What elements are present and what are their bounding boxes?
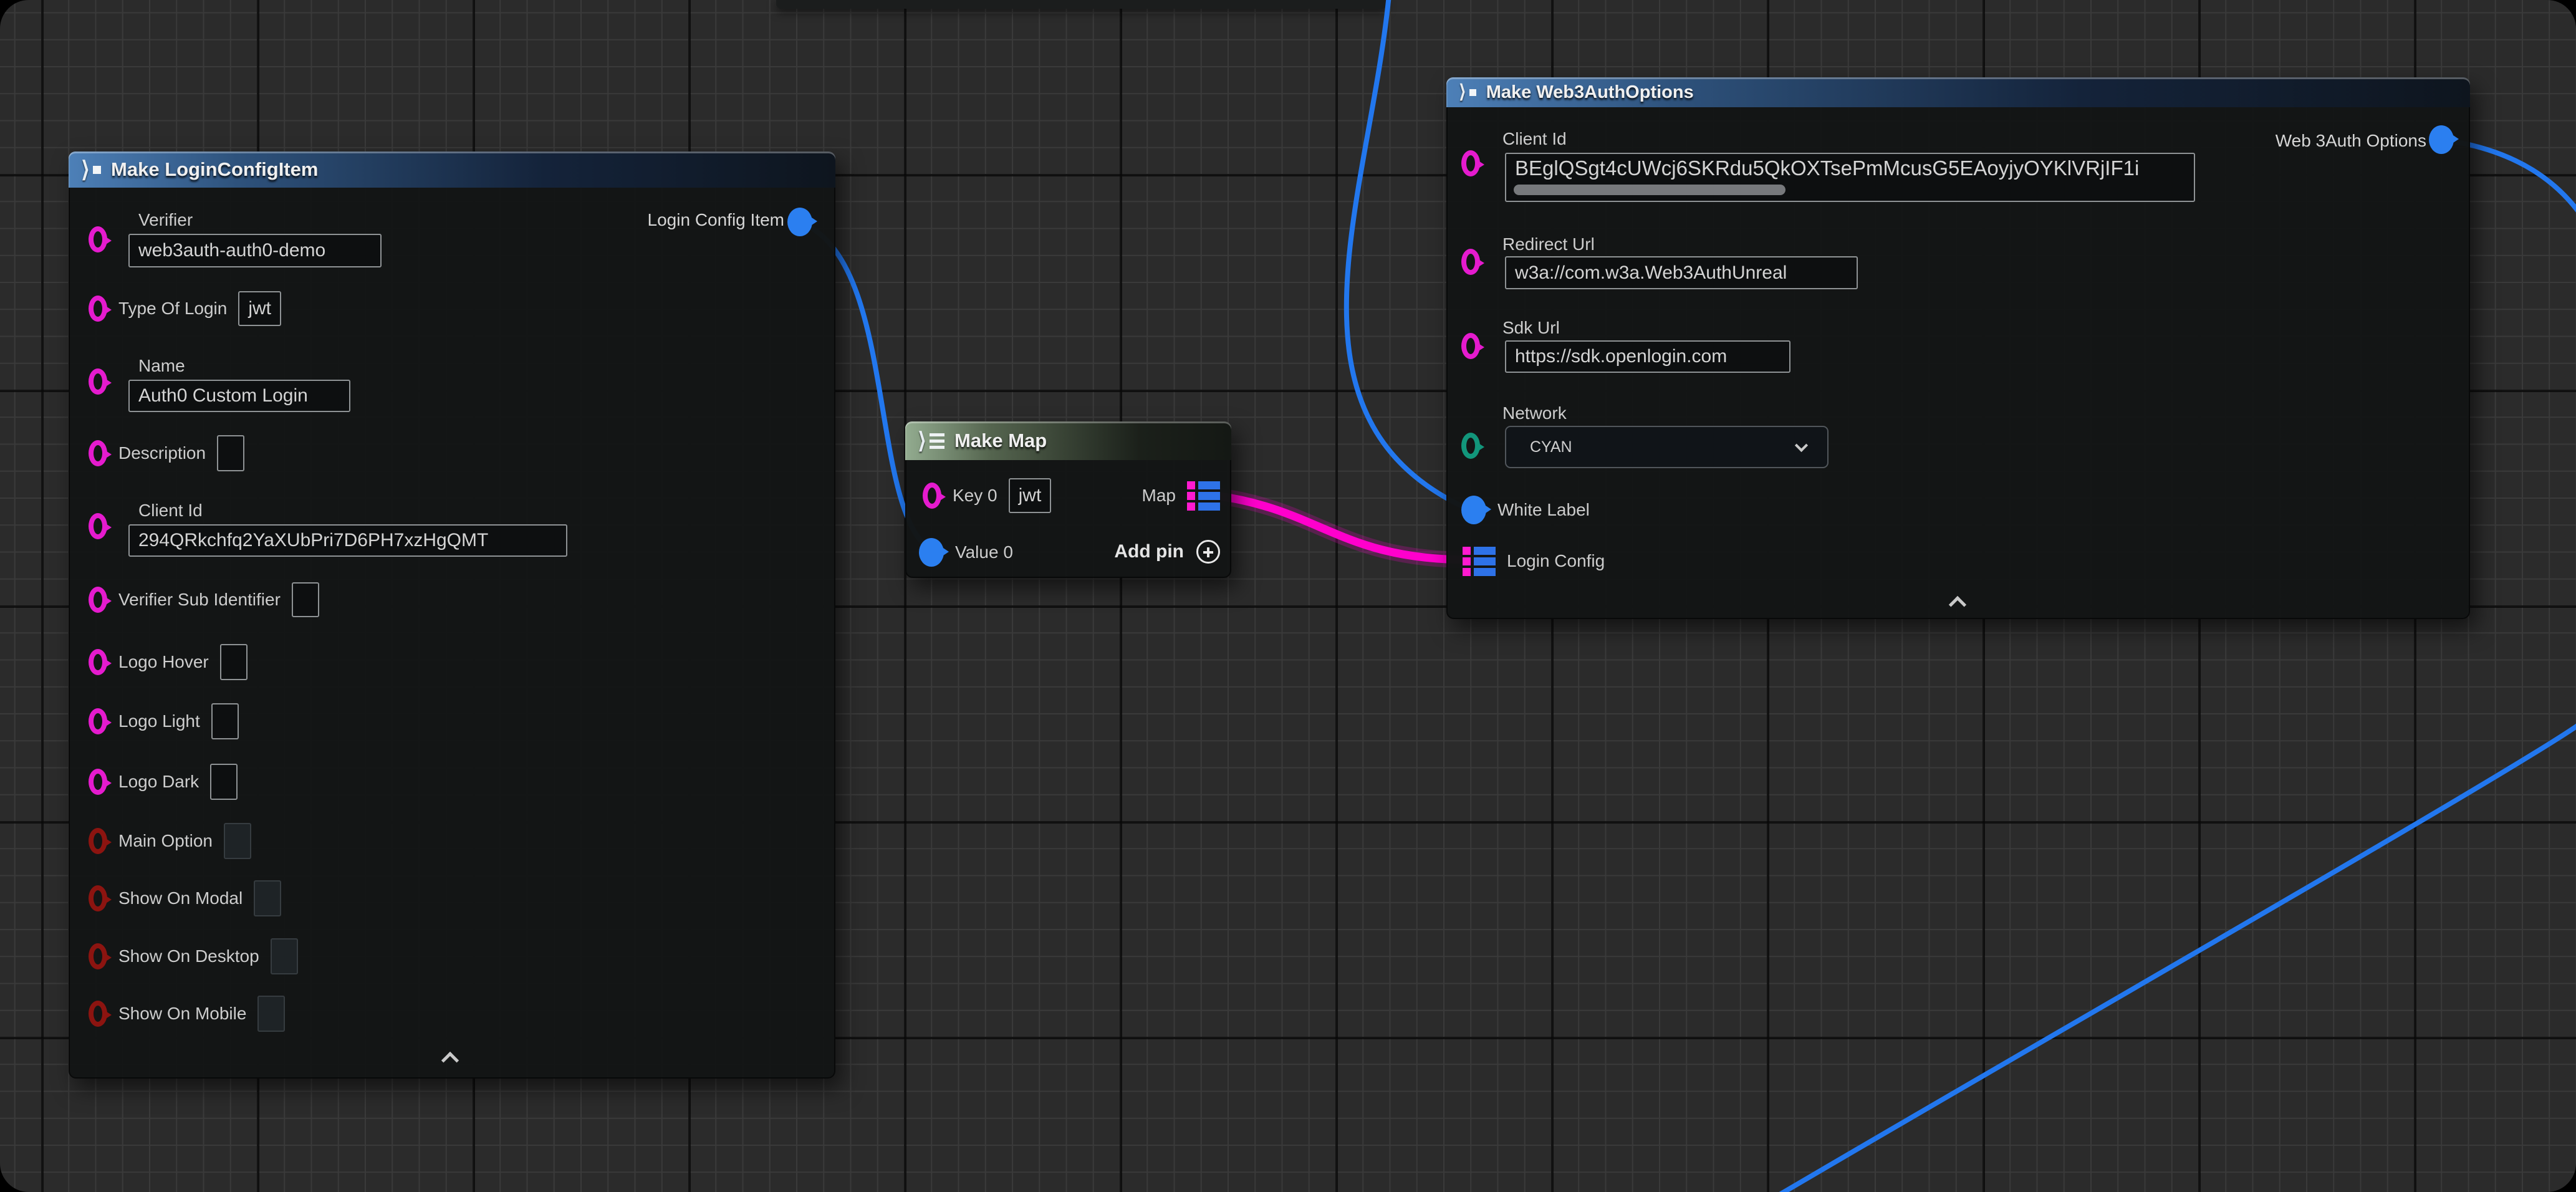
client-id-input[interactable]: 294QRkchfq2YaXUbPri7D6PH7xzHgQMT [128,524,567,557]
pin-label-network: Network [1502,403,1567,423]
pin-label-client-id: Client Id [1502,129,1567,149]
input-pin-verifier[interactable] [89,226,107,252]
client-id-hscrollbar[interactable] [1514,185,1785,195]
input-pin-main-option[interactable] [89,828,107,854]
input-pin-logo-dark[interactable] [89,769,107,795]
pin-label-main-option: Main Option [118,831,213,851]
pin-label-login-config: Login Config [1507,551,1605,571]
pin-label-client-id: Client Id [138,501,203,521]
input-pin-logo-light[interactable] [89,708,107,734]
pin-label-verifier-sub-identifier: Verifier Sub Identifier [118,590,281,610]
input-pin-show-on-desktop[interactable] [89,943,107,969]
client-id-input[interactable]: BEglQSgt4cUWcj6SKRdu5QkOXTsePmMcusG5EAoy… [1505,153,2195,202]
output-label-web3auth-options: Web 3Auth Options [2276,131,2426,151]
output-label-login-config-item: Login Config Item [648,210,784,230]
node-header-make-map[interactable]: ⟩ Make Map [905,421,1231,460]
input-pin-redirect-url[interactable] [1461,249,1480,275]
input-pin-verifier-sub-identifier[interactable] [89,587,107,613]
show-on-desktop-checkbox[interactable] [271,938,298,974]
pin-label-show-on-modal: Show On Modal [118,888,243,908]
wire-map-to-loginconfig[interactable] [1216,496,1470,560]
network-dropdown-value: CYAN [1530,438,1572,456]
pin-label-show-on-desktop: Show On Desktop [118,946,259,966]
name-input[interactable]: Auth0 Custom Login [128,380,350,412]
input-pin-sdk-url[interactable] [1461,333,1480,359]
pin-label-logo-dark: Logo Dark [118,772,199,792]
make-struct-icon: ⟩ [81,158,101,181]
input-pin-client-id[interactable] [1461,150,1480,176]
input-pin-description[interactable] [89,440,107,466]
make-map-icon: ⟩ [918,430,944,452]
logo-dark-input[interactable] [210,764,238,800]
pin-label-description: Description [118,443,206,463]
pin-label-redirect-url: Redirect Url [1502,234,1595,254]
blueprint-graph-canvas[interactable]: ⟩ Make LoginConfigItem Login Config Item… [0,0,2576,1192]
output-pin-web3auth-options[interactable] [2429,125,2454,154]
verifier-sub-identifier-input[interactable] [292,582,319,617]
add-pin-button[interactable]: Add pin [1114,540,1220,564]
input-pin-name[interactable] [89,368,107,395]
pin-label-sdk-url: Sdk Url [1502,318,1560,338]
input-pin-white-label[interactable] [1461,496,1486,524]
make-struct-icon: ⟩ [1459,83,1476,102]
input-pin-network[interactable] [1461,433,1480,459]
key-0-input[interactable]: jwt [1009,478,1052,513]
description-input[interactable] [217,435,244,471]
pin-label-logo-hover: Logo Hover [118,652,209,672]
node-make-web3authoptions[interactable]: ⟩ Make Web3AuthOptions Web 3Auth Options… [1446,77,2470,619]
input-pin-value-0[interactable] [919,538,944,567]
node-title: Make Web3AuthOptions [1486,82,1694,103]
logo-hover-input[interactable] [220,644,248,680]
type-of-login-input[interactable]: jwt [238,291,281,326]
node-make-loginconfigitem[interactable]: ⟩ Make LoginConfigItem Login Config Item… [69,151,835,1079]
node-header-make-web3authoptions[interactable]: ⟩ Make Web3AuthOptions [1446,77,2470,107]
pin-label-show-on-mobile: Show On Mobile [118,1004,246,1024]
input-pin-show-on-mobile[interactable] [89,1001,107,1027]
collapse-node-button[interactable] [1949,596,1966,613]
input-pin-key-0[interactable] [923,483,941,509]
input-pin-login-config-icon[interactable] [1463,547,1496,576]
pin-label-key-0: Key 0 [953,486,997,506]
show-on-mobile-checkbox[interactable] [257,996,285,1032]
verifier-input[interactable]: web3auth-auth0-demo [128,234,382,267]
offscreen-node-fragment [776,0,1387,9]
input-pin-logo-hover[interactable] [89,649,107,675]
pin-label-logo-light: Logo Light [118,711,200,731]
collapse-node-button[interactable] [441,1052,459,1069]
sdk-url-input[interactable]: https://sdk.openlogin.com [1505,340,1790,373]
pin-label-type-of-login: Type Of Login [118,299,227,319]
pin-label-name: Name [138,356,185,376]
wire-diagonal-bottom-right[interactable] [1776,723,2576,1192]
node-header-make-loginconfigitem[interactable]: ⟩ Make LoginConfigItem [69,151,835,188]
wire-map-to-loginconfig-glow [1216,496,1470,560]
chevron-down-icon [1795,438,1808,451]
pin-label-verifier: Verifier [138,210,193,230]
logo-light-input[interactable] [211,703,239,739]
main-option-checkbox[interactable] [224,823,251,859]
output-label-map: Map [1142,486,1176,506]
input-pin-show-on-modal[interactable] [89,885,107,911]
redirect-url-input[interactable]: w3a://com.w3a.Web3AuthUnreal [1505,256,1858,289]
node-make-map[interactable]: ⟩ Make Map Key 0 jwt Map Value 0 Add pin [905,421,1231,578]
pin-label-white-label: White Label [1497,500,1590,520]
network-dropdown[interactable]: CYAN [1505,426,1829,468]
input-pin-type-of-login[interactable] [89,296,107,322]
pin-label-value-0: Value 0 [955,542,1013,562]
node-title: Make Map [954,430,1047,452]
input-pin-client-id[interactable] [89,513,107,539]
node-title: Make LoginConfigItem [111,158,318,181]
output-pin-login-config-item[interactable] [787,208,812,236]
show-on-modal-checkbox[interactable] [254,880,281,916]
output-pin-map-icon[interactable] [1187,481,1220,511]
add-pin-plus-icon [1196,540,1220,564]
